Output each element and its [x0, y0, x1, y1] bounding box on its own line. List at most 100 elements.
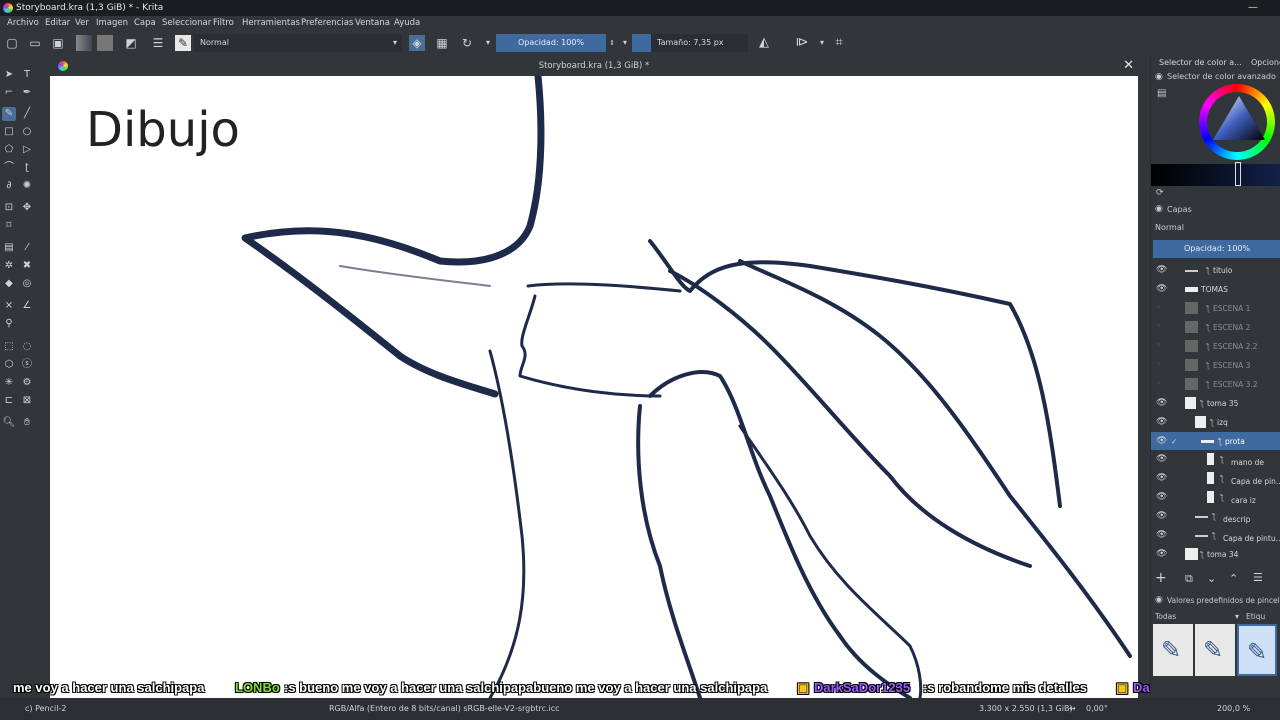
opacity-slider[interactable]: Opacidad: 100% [496, 34, 606, 52]
eye-icon[interactable]: 👁︎ [1156, 492, 1167, 502]
pan-tool-icon[interactable]: ✋︎ [20, 416, 34, 430]
freehand-select-icon[interactable]: ⓢ [20, 358, 34, 372]
gradient-icon[interactable] [76, 35, 92, 51]
eye-icon[interactable]: 👁︎ [1156, 511, 1167, 521]
fill-tool-icon[interactable]: ◆ [2, 277, 16, 291]
layer-item[interactable]: 👁︎ ƪ titulo [1151, 261, 1280, 279]
contiguous-select-icon[interactable]: ✳ [2, 376, 16, 390]
chevron-down-icon[interactable]: ▾ [617, 35, 633, 51]
menu-archivo[interactable]: Archivo [7, 18, 39, 28]
menu-preferencias[interactable]: Preferencias [301, 18, 353, 28]
move-tool-icon[interactable]: ✥ [20, 201, 34, 215]
size-slider[interactable]: Tamaño: 7,35 px [651, 34, 748, 52]
reload-preset-icon[interactable]: ↻ [459, 35, 475, 51]
polygon-select-icon[interactable]: ⬡ [2, 358, 16, 372]
menu-ver[interactable]: Ver [75, 18, 89, 28]
chevron-down-icon[interactable]: ▾ [1235, 612, 1239, 621]
layer-item[interactable]: 👁︎ ƪ izq [1151, 413, 1280, 431]
reference-tool-icon[interactable]: ⚲ [2, 317, 16, 331]
ellipse-tool-icon[interactable]: ○ [20, 125, 34, 139]
eye-closed-icon[interactable]: ◦ [1156, 379, 1161, 389]
rectangle-tool-icon[interactable]: □ [2, 125, 16, 139]
assistant-tool-icon[interactable]: ⨯ [2, 299, 16, 313]
eye-icon[interactable]: 👁︎ [1156, 436, 1167, 446]
menu-filtro[interactable]: Filtro [213, 18, 234, 28]
rotation-angle[interactable]: 0,00° [1086, 704, 1108, 713]
measure-tool-icon[interactable]: ∠ [20, 299, 34, 313]
open-document-icon[interactable]: ▭ [27, 35, 43, 51]
pattern-icon[interactable] [97, 35, 113, 51]
smart-patch-icon[interactable]: ✖ [20, 259, 34, 273]
add-layer-icon[interactable]: + [1155, 570, 1167, 586]
layer-item-selected[interactable]: 👁︎ ✓ ƪ prota [1151, 432, 1280, 450]
minimize-icon[interactable]: — [1248, 2, 1258, 13]
layer-item[interactable]: 👁︎ TOMAS [1151, 280, 1280, 298]
text-tool-icon[interactable]: T [20, 68, 34, 82]
layer-item[interactable]: ◦ ƪ ESCENA 3 [1151, 356, 1280, 374]
brush-preset-icon[interactable]: ✎ [175, 35, 191, 51]
close-icon[interactable]: ✕ [1123, 58, 1134, 73]
select-shapes-icon[interactable]: ➤ [2, 68, 16, 82]
eye-icon[interactable]: 👁︎ [1156, 417, 1167, 427]
eye-closed-icon[interactable]: ◦ [1156, 360, 1161, 370]
eye-icon[interactable]: 👁︎ [1156, 530, 1167, 540]
eye-icon[interactable]: 👁︎ [1156, 454, 1167, 464]
move-down-icon[interactable]: ⌄ [1207, 572, 1216, 585]
menu-seleccionar[interactable]: Seleccionar [162, 18, 211, 28]
presets-filter[interactable]: Todas [1155, 612, 1176, 621]
ellipse-select-icon[interactable]: ◌ [20, 340, 34, 354]
brush-preset-tile[interactable]: ✎ [1153, 624, 1193, 676]
zoom-tool-icon[interactable]: 🔍︎ [2, 416, 16, 430]
menu-capa[interactable]: Capa [134, 18, 156, 28]
freehand-brush-icon[interactable]: ✎ [2, 107, 16, 121]
document-tab[interactable]: Storyboard.kra (1,3 GiB) * [50, 61, 1138, 71]
layers-opacity-slider[interactable]: Opacidad: 100% [1153, 240, 1280, 258]
duplicate-layer-icon[interactable]: ⧉ [1185, 572, 1193, 586]
color-triangle[interactable] [1209, 92, 1267, 144]
layer-item[interactable]: ◦ ƪ ESCENA 2 [1151, 318, 1280, 336]
freehand-path-icon[interactable]: ʈ [20, 161, 34, 175]
tab-color-selector[interactable]: Selector de color a... [1159, 58, 1242, 67]
chevron-down-icon[interactable]: ▾ [480, 35, 496, 51]
eye-icon[interactable]: 👁︎ [1156, 284, 1167, 294]
eye-icon[interactable]: 👁︎ [1156, 549, 1167, 559]
refresh-icon[interactable]: ⟳ [1156, 188, 1164, 198]
layer-item[interactable]: 👁︎ ƪ Capa de pin... [1151, 469, 1280, 487]
eraser-mode-icon[interactable]: ◈ [409, 35, 425, 51]
chevron-down-icon[interactable]: ▾ [814, 35, 830, 51]
eye-closed-icon[interactable]: ◦ [1156, 341, 1161, 351]
line-tool-icon[interactable]: ╱ [20, 107, 34, 121]
brush-preset-tile[interactable]: ✎ [1195, 624, 1235, 676]
save-icon[interactable]: ▣ [50, 35, 66, 51]
layer-item[interactable]: ◦ ƪ ESCENA 3.2 [1151, 375, 1280, 393]
new-document-icon[interactable]: ▢ [4, 35, 20, 51]
menu-ayuda[interactable]: Ayuda [394, 18, 420, 28]
layer-item[interactable]: 👁︎ ƪ cara iz [1151, 488, 1280, 506]
menu-editar[interactable]: Editar [45, 18, 70, 28]
eye-closed-icon[interactable]: ◦ [1156, 322, 1161, 332]
layer-item[interactable]: 👁︎ ƪ Capa de pintu... [1151, 526, 1280, 544]
gradient-tool-icon[interactable]: ▤ [2, 241, 16, 255]
colorize-mask-icon[interactable]: ✲ [2, 259, 16, 273]
menu-imagen[interactable]: Imagen [96, 18, 128, 28]
menu-herramientas[interactable]: Herramientas [242, 18, 300, 28]
brush-settings-icon[interactable]: ☰ [150, 35, 166, 51]
layer-properties-icon[interactable]: ☰ [1253, 571, 1263, 584]
brush-preset-tile-selected[interactable]: ✎ [1237, 624, 1277, 676]
alpha-lock-icon[interactable]: ▦ [434, 35, 450, 51]
menu-ventana[interactable]: Ventana [355, 18, 390, 28]
dynamic-brush-icon[interactable]: ∂ [2, 179, 16, 193]
wrap-around-icon[interactable]: ⌗ [831, 35, 847, 51]
eye-icon[interactable]: 👁︎ [1156, 265, 1167, 275]
rect-select-icon[interactable]: ⬚ [2, 340, 16, 354]
crop-tool-icon[interactable]: ⊡ [2, 201, 16, 215]
edit-shapes-icon[interactable]: ⌐ [2, 86, 16, 100]
polygon-tool-icon[interactable]: ⬠ [2, 143, 16, 157]
layer-item[interactable]: 👁︎ ƪ toma 35 [1151, 394, 1280, 412]
blend-mode-select[interactable]: Normal ▾ [194, 34, 402, 52]
color-settings-icon[interactable]: ▤ [1157, 88, 1166, 99]
mirror-vertical-icon[interactable]: ⧐ [794, 35, 810, 51]
eye-closed-icon[interactable]: ◦ [1156, 303, 1161, 313]
eye-icon[interactable]: 👁︎ [1156, 398, 1167, 408]
layer-item[interactable]: ◦ ƪ ESCENA 1 [1151, 299, 1280, 317]
